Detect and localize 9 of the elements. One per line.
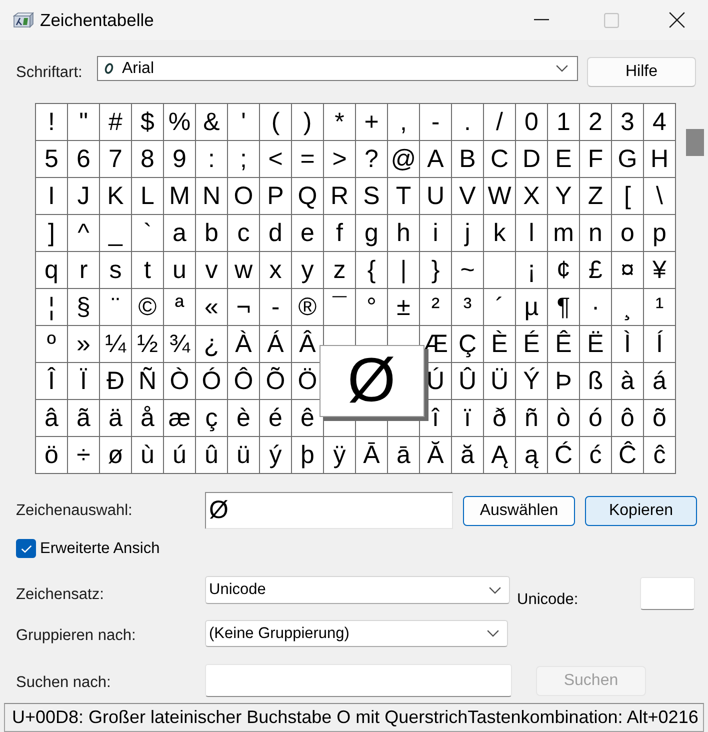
- character-set-label: Zeichensatz:: [16, 585, 105, 605]
- font-label: Schriftart:: [16, 63, 84, 83]
- selection-label: Zeichenauswahl:: [16, 500, 134, 521]
- group-by-label: Gruppieren nach:: [16, 626, 137, 646]
- checkbox-label: Erweiterte Ansich: [40, 538, 160, 559]
- search-label: Suchen nach:: [16, 673, 112, 694]
- window-title: Zeichentabelle: [40, 8, 154, 32]
- unicode-label: Unicode:: [517, 590, 578, 610]
- status-bar: U+00D8: Großer lateinischer Buchstabe O mit QuerstrichTastenkombination: Alt+0216: [4, 703, 704, 732]
